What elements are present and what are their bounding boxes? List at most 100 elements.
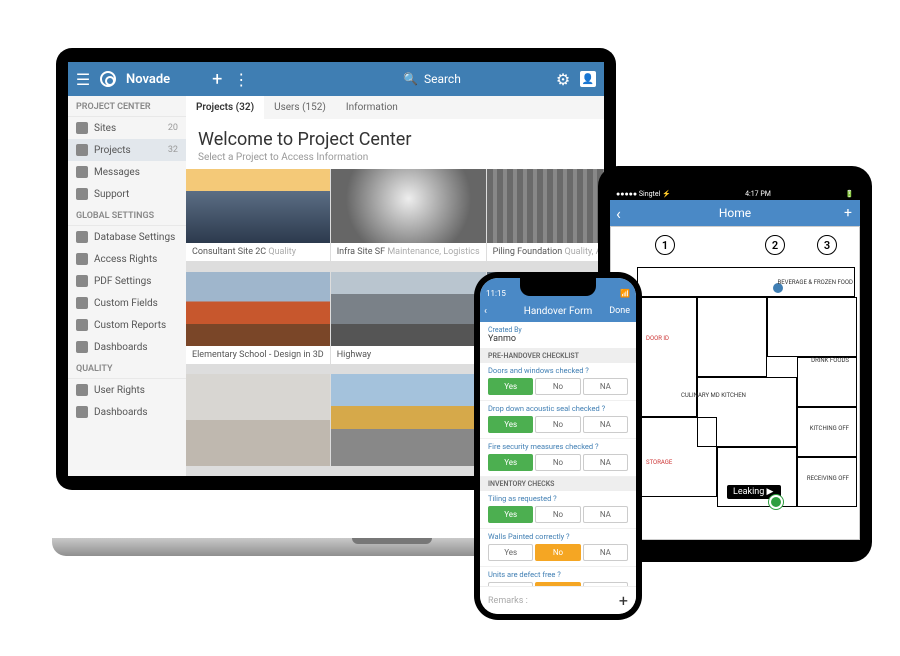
- tab-information[interactable]: Information: [336, 96, 408, 119]
- project-card[interactable]: Consultant Site 2C Quality: [186, 169, 330, 261]
- option-na[interactable]: NA: [583, 544, 628, 561]
- sidebar-item-dashboards-2[interactable]: Dashboards: [68, 401, 186, 423]
- sidebar-item-custom-reports[interactable]: Custom Reports: [68, 314, 186, 336]
- sidebar-item-user-rights[interactable]: User Rights: [68, 379, 186, 401]
- question-text: Walls Painted correctly ?: [488, 532, 628, 541]
- add-icon[interactable]: +: [210, 72, 224, 86]
- reports-icon: [76, 319, 88, 331]
- search-placeholder: Search: [424, 72, 461, 86]
- form-body[interactable]: Created By Yanmo PRE-HANDOVER CHECKLIST …: [480, 322, 636, 586]
- sidebar-item-sites[interactable]: Sites20: [68, 117, 186, 139]
- project-thumb: [331, 169, 486, 243]
- floorplan[interactable]: 1 2 3 A BEVERAGE & FROZEN FOOD CULINARY …: [610, 226, 860, 540]
- gear-icon[interactable]: ⚙: [556, 72, 570, 86]
- brand-logo-icon: [100, 71, 116, 87]
- done-button[interactable]: Done: [609, 306, 630, 316]
- room-label: KITCHING OFF: [810, 425, 849, 432]
- top-bar: ☰ Novade + ⋮ 🔍 Search ⚙ 👤: [68, 62, 604, 96]
- back-icon[interactable]: ‹: [484, 306, 487, 317]
- question-row: Fire security measures checked ? YesNoNA: [480, 439, 636, 477]
- issue-marker[interactable]: [769, 495, 783, 509]
- sidebar-item-messages[interactable]: Messages: [68, 161, 186, 183]
- column-marker-1[interactable]: 1: [655, 235, 675, 255]
- project-thumb: [186, 272, 330, 346]
- sidebar-item-projects[interactable]: Projects32: [68, 139, 186, 161]
- option-na[interactable]: NA: [583, 378, 628, 395]
- column-marker-3[interactable]: 3: [817, 235, 837, 255]
- sidebar-section-quality: QUALITY: [68, 358, 186, 379]
- tabs: Projects (32) Users (152) Information: [186, 96, 604, 119]
- option-no[interactable]: No: [535, 454, 580, 471]
- option-yes[interactable]: Yes: [488, 378, 533, 395]
- question-text: Drop down acoustic seal checked ?: [488, 404, 628, 413]
- messages-icon: [76, 166, 88, 178]
- project-card[interactable]: [186, 374, 330, 466]
- project-thumb: [186, 374, 330, 466]
- page-subtitle: Select a Project to Access Information: [198, 152, 592, 163]
- option-no[interactable]: No: [535, 378, 580, 395]
- sidebar-item-database[interactable]: Database Settings: [68, 226, 186, 248]
- option-no[interactable]: No: [535, 416, 580, 433]
- question-row: Tiling as requested ? YesNoNA: [480, 491, 636, 529]
- welcome-block: Welcome to Project Center Select a Proje…: [186, 119, 604, 169]
- phone-notch: [520, 278, 596, 296]
- phone-header: ‹ Handover Form Done: [480, 300, 636, 322]
- option-na[interactable]: NA: [583, 454, 628, 471]
- user-rights-icon: [76, 384, 88, 396]
- menu-icon[interactable]: ☰: [76, 72, 90, 86]
- project-card[interactable]: [331, 374, 486, 466]
- question-row: Doors and windows checked ? YesNoNA: [480, 363, 636, 401]
- tab-projects[interactable]: Projects (32): [186, 96, 264, 119]
- column-marker-2[interactable]: 2: [765, 235, 785, 255]
- brand-name: Novade: [126, 72, 170, 87]
- project-card[interactable]: Infra Site SF Maintenance, Logistics: [331, 169, 486, 261]
- remarks-label[interactable]: Remarks :: [488, 596, 619, 606]
- sidebar-item-custom-fields[interactable]: Custom Fields: [68, 292, 186, 314]
- project-card[interactable]: Piling Foundation Quality, Act…: [487, 169, 604, 261]
- database-icon: [76, 231, 88, 243]
- project-card[interactable]: Elementary School - Design in 3D: [186, 272, 330, 364]
- option-na[interactable]: NA: [583, 506, 628, 523]
- sidebar-item-pdf[interactable]: PDF Settings: [68, 270, 186, 292]
- more-icon[interactable]: ⋮: [234, 72, 248, 86]
- signal-icon: 📶: [620, 289, 630, 298]
- field-value: Yanmo: [488, 334, 628, 344]
- room-label: DRINK FOODS: [811, 357, 849, 364]
- question-row: Walls Painted correctly ? YesNoNA: [480, 529, 636, 567]
- sidebar-item-dashboards[interactable]: Dashboards: [68, 336, 186, 358]
- option-yes[interactable]: Yes: [488, 544, 533, 561]
- question-row: Drop down acoustic seal checked ? YesNoN…: [480, 401, 636, 439]
- tab-users[interactable]: Users (152): [264, 96, 336, 119]
- question-text: Doors and windows checked ?: [488, 366, 628, 375]
- sidebar-section-global: GLOBAL SETTINGS: [68, 205, 186, 226]
- search-icon: 🔍: [403, 72, 418, 86]
- user-icon[interactable]: 👤: [580, 71, 596, 87]
- add-icon[interactable]: +: [844, 205, 852, 221]
- back-icon[interactable]: ‹: [616, 204, 621, 223]
- projects-icon: [76, 144, 88, 156]
- project-card[interactable]: Highway: [331, 272, 486, 364]
- option-na[interactable]: NA: [583, 416, 628, 433]
- add-icon[interactable]: +: [619, 591, 628, 610]
- option-yes[interactable]: Yes: [488, 416, 533, 433]
- question-text: Units are defect free ?: [488, 570, 628, 579]
- tablet-screen: ●●●●● Singtel ⚡ 4:17 PM 🔋 ‹ Home + 1 2 3…: [610, 188, 860, 540]
- project-thumb: [331, 272, 486, 346]
- tablet-header: ‹ Home +: [610, 200, 860, 226]
- battery-icon: 🔋: [845, 190, 854, 198]
- phone-footer: Remarks : +: [480, 586, 636, 614]
- phone-screen: 11:15 📶 ‹ Handover Form Done Created By …: [480, 278, 636, 614]
- option-no[interactable]: No: [535, 544, 580, 561]
- option-yes[interactable]: Yes: [488, 506, 533, 523]
- option-yes[interactable]: Yes: [488, 454, 533, 471]
- fields-icon: [76, 297, 88, 309]
- room-label: RECEIVING OFF: [807, 475, 849, 482]
- support-icon: [76, 188, 88, 200]
- question-row: Units are defect free ? YesNoNA: [480, 567, 636, 586]
- sidebar-item-support[interactable]: Support: [68, 183, 186, 205]
- project-thumb: [487, 169, 604, 243]
- sites-icon: [76, 122, 88, 134]
- option-no[interactable]: No: [535, 506, 580, 523]
- search-field[interactable]: 🔍 Search: [403, 72, 461, 86]
- sidebar-item-access[interactable]: Access Rights: [68, 248, 186, 270]
